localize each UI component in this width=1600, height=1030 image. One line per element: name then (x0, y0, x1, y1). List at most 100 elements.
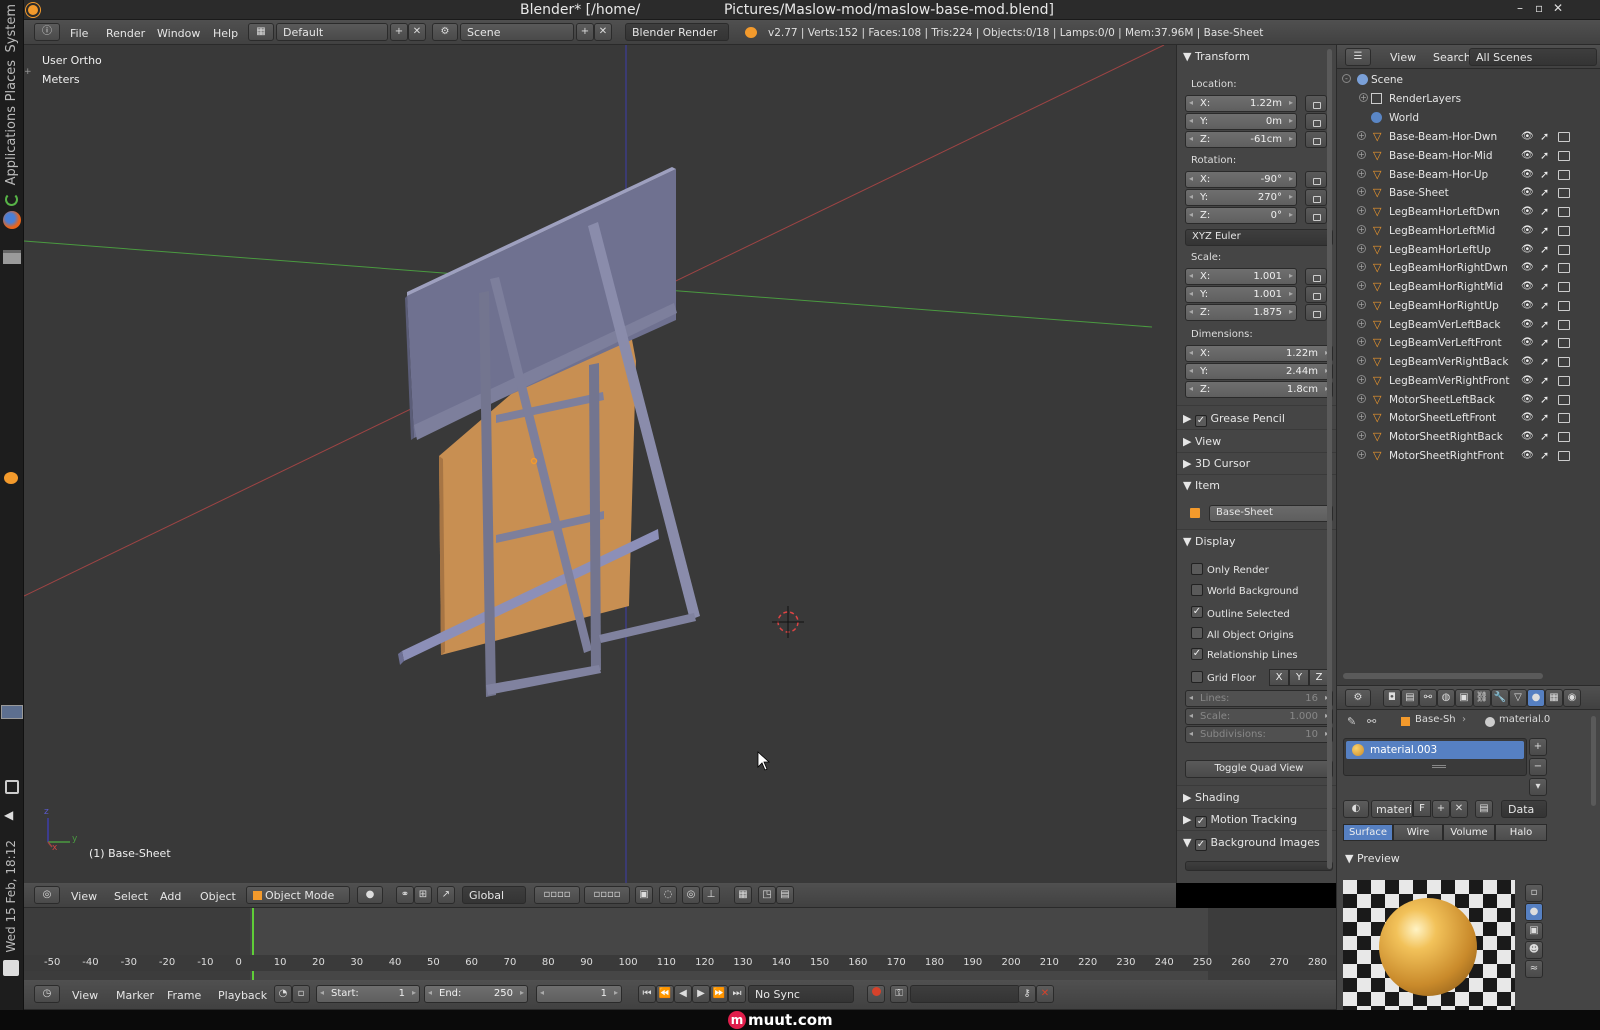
node-tree-icon[interactable]: ▤ (1475, 800, 1493, 818)
keying-set-field[interactable] (910, 985, 1020, 1003)
all-object-origins-checkbox[interactable] (1191, 627, 1203, 639)
keying-set-icon[interactable]: ⚿ (890, 985, 908, 1003)
n-panel-scrollbar[interactable] (1327, 49, 1332, 869)
firefox-icon[interactable] (3, 211, 21, 229)
new-material-icon[interactable]: + (1432, 800, 1450, 818)
expand-icon[interactable]: + (1357, 206, 1366, 215)
expand-icon[interactable]: + (1357, 224, 1366, 234)
add-layout-icon[interactable]: + (390, 23, 408, 41)
timeline-menu-frame[interactable]: Frame (167, 989, 201, 1002)
outliner-object-row[interactable]: + ▽ LegBeamVerLeftBack 👁 ➚ (1337, 316, 1600, 334)
close-button[interactable]: ✕ (1553, 1, 1563, 15)
timeline-editor[interactable]: ◷ View Marker Frame Playback ◔ ▫ ◂ Start:… (24, 883, 1336, 1010)
screen-layout-field[interactable]: Default (276, 23, 388, 41)
outliner-object-row[interactable]: + ▽ LegBeamHorLeftMid 👁 ➚ (1337, 222, 1600, 240)
visibility-eye-icon[interactable]: 👁 (1521, 206, 1534, 217)
play-icon[interactable]: ▶ (692, 985, 710, 1003)
relationship-lines-checkbox[interactable]: ✓ (1191, 648, 1203, 660)
jump-end-icon[interactable]: ⏭ (728, 985, 746, 1003)
expand-icon[interactable]: + (1357, 243, 1366, 253)
blender-taskbar-icon[interactable] (4, 472, 18, 484)
object-tab-icon[interactable]: ▣ (1455, 689, 1473, 707)
render-camera-icon[interactable] (1558, 207, 1570, 217)
terminal-icon[interactable] (3, 250, 21, 264)
outliner-object-row[interactable]: + ▽ MotorSheetRightFront 👁 ➚ (1337, 447, 1600, 465)
selectability-cursor-icon[interactable]: ➚ (1540, 224, 1549, 237)
visibility-eye-icon[interactable]: 👁 (1521, 356, 1534, 367)
add-image-button[interactable] (1185, 861, 1333, 871)
add-material-slot-button[interactable]: + (1529, 738, 1547, 756)
render-tab-icon[interactable]: ◘ (1383, 689, 1401, 707)
toggle-quad-view-button[interactable]: Toggle Quad View (1185, 760, 1333, 778)
item-section-header[interactable]: ▼ Item (1183, 479, 1329, 492)
material-slot-list[interactable]: material.003 (1343, 738, 1527, 776)
world-background-checkbox[interactable] (1191, 584, 1203, 596)
rotation-z-field[interactable]: ◂ Z: 0° ▸ (1185, 207, 1297, 224)
timeline-menu-playback[interactable]: Playback (218, 989, 267, 1002)
grid-axis-x-toggle[interactable]: X (1269, 669, 1289, 686)
display-section-header[interactable]: ▼ Display (1183, 535, 1329, 548)
expand-icon[interactable]: + (1357, 374, 1366, 384)
visibility-eye-icon[interactable]: 👁 (1521, 131, 1534, 142)
visibility-eye-icon[interactable]: 👁 (1521, 281, 1534, 292)
outliner-object-row[interactable]: + ▽ LegBeamVerLeftFront 👁 ➚ (1337, 334, 1600, 352)
scene-field[interactable]: Scene (460, 23, 574, 41)
browse-material-icon[interactable]: ◐ (1343, 800, 1369, 818)
preview-monkey-icon[interactable]: ☻ (1525, 941, 1543, 959)
expand-icon[interactable]: + (1357, 262, 1366, 272)
scale-y-lock-icon[interactable] (1305, 286, 1327, 303)
tab-halo[interactable]: Halo (1495, 824, 1547, 841)
selectability-cursor-icon[interactable]: ➚ (1540, 168, 1549, 181)
render-camera-icon[interactable] (1558, 188, 1570, 199)
location-z-field[interactable]: ◂ Z: -61cm ▸ (1185, 131, 1297, 148)
outliner-object-row[interactable]: + ▽ MotorSheetRightBack 👁 ➚ (1337, 428, 1600, 446)
rotation-mode-dropdown[interactable]: XYZ Euler (1185, 229, 1333, 246)
visibility-eye-icon[interactable]: 👁 (1521, 412, 1534, 423)
editor-type-properties-button[interactable]: ⚙ (1345, 689, 1371, 707)
location-y-field[interactable]: ◂ Y: 0m ▸ (1185, 113, 1297, 130)
tool-shelf-toggle[interactable]: + (24, 67, 33, 79)
location-z-lock-icon[interactable] (1305, 131, 1327, 148)
outliner-object-row[interactable]: + ▽ LegBeamHorLeftDwn 👁 ➚ (1337, 203, 1600, 221)
properties-scrollbar[interactable] (1591, 716, 1596, 806)
outline-selected-checkbox[interactable]: ✓ (1191, 606, 1203, 618)
object-name-field[interactable]: Base-Sheet (1209, 505, 1333, 522)
transform-section-header[interactable]: ▼ Transform (1183, 50, 1329, 63)
motion-tracking-section-header[interactable]: ▶ ✓ Motion Tracking (1183, 813, 1329, 828)
clock[interactable]: Wed 15 Feb, 18:12 (4, 840, 18, 953)
location-x-field[interactable]: ◂ X: 1.22m ▸ (1185, 95, 1297, 112)
grease-pencil-section-header[interactable]: ▶ ✓ Grease Pencil (1183, 412, 1329, 427)
visibility-eye-icon[interactable]: 👁 (1521, 262, 1534, 273)
expand-icon[interactable]: + (1357, 281, 1366, 290)
preview-flat-icon[interactable]: ▫ (1525, 884, 1543, 902)
insert-keyframe-icon[interactable]: ⚷ (1018, 985, 1036, 1003)
tab-volume[interactable]: Volume (1443, 824, 1495, 841)
rotation-y-field[interactable]: ◂ Y: 270° ▸ (1185, 189, 1297, 206)
visibility-eye-icon[interactable]: 👁 (1521, 375, 1534, 386)
expand-icon[interactable]: + (1357, 449, 1366, 459)
os-menu-places[interactable]: Places (4, 60, 19, 101)
outliner-object-row[interactable]: + ▽ LegBeamHorRightDwn 👁 ➚ (1337, 259, 1600, 277)
expand-icon[interactable]: + (1357, 187, 1366, 197)
dimensions-z-field[interactable]: ◂Z:1.8cm▸ (1185, 381, 1333, 398)
selectability-cursor-icon[interactable]: ➚ (1540, 186, 1549, 199)
visibility-eye-icon[interactable]: 👁 (1521, 431, 1534, 442)
remove-material-slot-button[interactable]: − (1529, 758, 1547, 776)
grid-axis-y-toggle[interactable]: Y (1289, 669, 1309, 686)
expand-icon[interactable]: + (1357, 299, 1366, 309)
remove-scene-icon[interactable]: ✕ (594, 23, 612, 41)
expand-icon[interactable]: + (1357, 393, 1366, 403)
grid-axis-z-toggle[interactable]: Z (1309, 669, 1329, 686)
outliner-object-row[interactable]: + ▽ Base-Beam-Hor-Dwn 👁 ➚ (1337, 128, 1600, 146)
sync-mode-dropdown[interactable]: No Sync (748, 985, 854, 1003)
background-images-section-header[interactable]: ▼ ✓ Background Images (1183, 836, 1329, 851)
render-camera-icon[interactable] (1558, 394, 1570, 405)
outliner-menu-view[interactable]: View (1390, 51, 1416, 64)
outliner-renderlayers-row[interactable]: + RenderLayers (1337, 90, 1600, 108)
3d-cursor-section-header[interactable]: ▶ 3D Cursor (1183, 457, 1329, 470)
visibility-eye-icon[interactable]: 👁 (1521, 225, 1534, 236)
selectability-cursor-icon[interactable]: ➚ (1540, 336, 1549, 349)
menu-help[interactable]: Help (213, 27, 238, 40)
grid-subdivisions-field[interactable]: ◂Subdivisions:10▸ (1185, 726, 1333, 743)
material-name-field[interactable]: materi (1371, 800, 1413, 818)
